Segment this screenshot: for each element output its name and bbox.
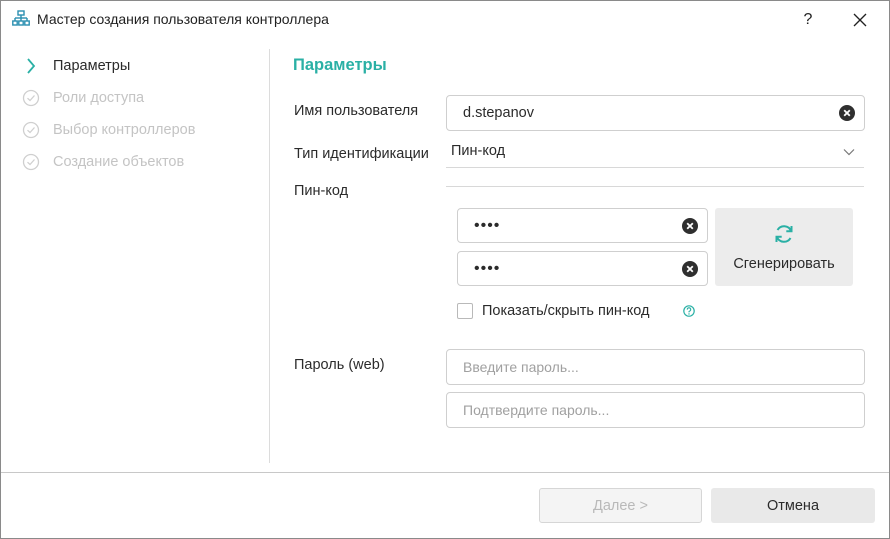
password-label: Пароль (web) bbox=[294, 357, 385, 373]
wizard-window: Мастер создания пользователя контроллера… bbox=[0, 0, 890, 539]
generate-button[interactable]: Сгенерировать bbox=[715, 208, 853, 286]
password-placeholder: Введите пароль... bbox=[463, 359, 579, 375]
pin-divider bbox=[446, 186, 864, 187]
close-icon bbox=[853, 13, 867, 27]
step-access-roles: Роли доступа bbox=[21, 87, 144, 109]
section-title: Параметры bbox=[293, 56, 387, 74]
id-type-select[interactable]: Пин-код bbox=[446, 141, 864, 168]
check-circle-icon bbox=[21, 120, 41, 140]
refresh-icon bbox=[775, 225, 793, 243]
step-object-creation: Создание объектов bbox=[21, 151, 184, 173]
check-circle-icon bbox=[21, 152, 41, 172]
question-circle-icon[interactable] bbox=[683, 305, 695, 317]
clear-pin-confirm-icon[interactable] bbox=[682, 260, 698, 277]
generate-label: Сгенерировать bbox=[733, 256, 835, 272]
pin-value: •••• bbox=[474, 216, 501, 234]
network-tree-icon bbox=[12, 10, 30, 26]
password-input[interactable]: Введите пароль... bbox=[446, 349, 865, 385]
clear-username-icon[interactable] bbox=[839, 105, 855, 121]
pin-confirm-value: •••• bbox=[474, 259, 501, 277]
cancel-button[interactable]: Отмена bbox=[711, 488, 875, 523]
close-button[interactable] bbox=[837, 5, 883, 35]
step-controller-selection: Выбор контроллеров bbox=[21, 119, 195, 141]
step-label: Создание объектов bbox=[53, 154, 185, 170]
step-label: Выбор контроллеров bbox=[53, 122, 196, 138]
id-type-value: Пин-код bbox=[451, 143, 506, 159]
help-button[interactable]: ? bbox=[785, 5, 831, 35]
chevron-right-icon bbox=[21, 56, 41, 76]
title-bar: Мастер создания пользователя контроллера… bbox=[1, 1, 889, 39]
pin-label: Пин-код bbox=[294, 183, 349, 199]
chevron-down-icon bbox=[843, 149, 855, 156]
footer-separator bbox=[1, 472, 889, 473]
show-pin-checkbox[interactable] bbox=[457, 303, 473, 319]
username-value: d.stepanov bbox=[463, 105, 534, 121]
next-button[interactable]: Далее > bbox=[539, 488, 702, 523]
password-confirm-input[interactable]: Подтвердите пароль... bbox=[446, 392, 865, 428]
step-label: Роли доступа bbox=[53, 90, 145, 106]
window-title: Мастер создания пользователя контроллера bbox=[37, 11, 329, 27]
password-confirm-placeholder: Подтвердите пароль... bbox=[463, 402, 610, 418]
show-pin-label[interactable]: Показать/скрыть пин-код bbox=[482, 303, 649, 319]
check-circle-icon bbox=[21, 88, 41, 108]
step-label: Параметры bbox=[53, 58, 131, 74]
step-parameters[interactable]: Параметры bbox=[21, 55, 130, 77]
pin-input[interactable]: •••• bbox=[457, 208, 708, 243]
id-type-label: Тип идентификации bbox=[294, 146, 429, 162]
username-input[interactable]: d.stepanov bbox=[446, 95, 865, 131]
username-label: Имя пользователя bbox=[294, 103, 419, 119]
clear-pin-icon[interactable] bbox=[682, 217, 698, 234]
nav-divider bbox=[269, 49, 270, 463]
pin-confirm-input[interactable]: •••• bbox=[457, 251, 708, 286]
